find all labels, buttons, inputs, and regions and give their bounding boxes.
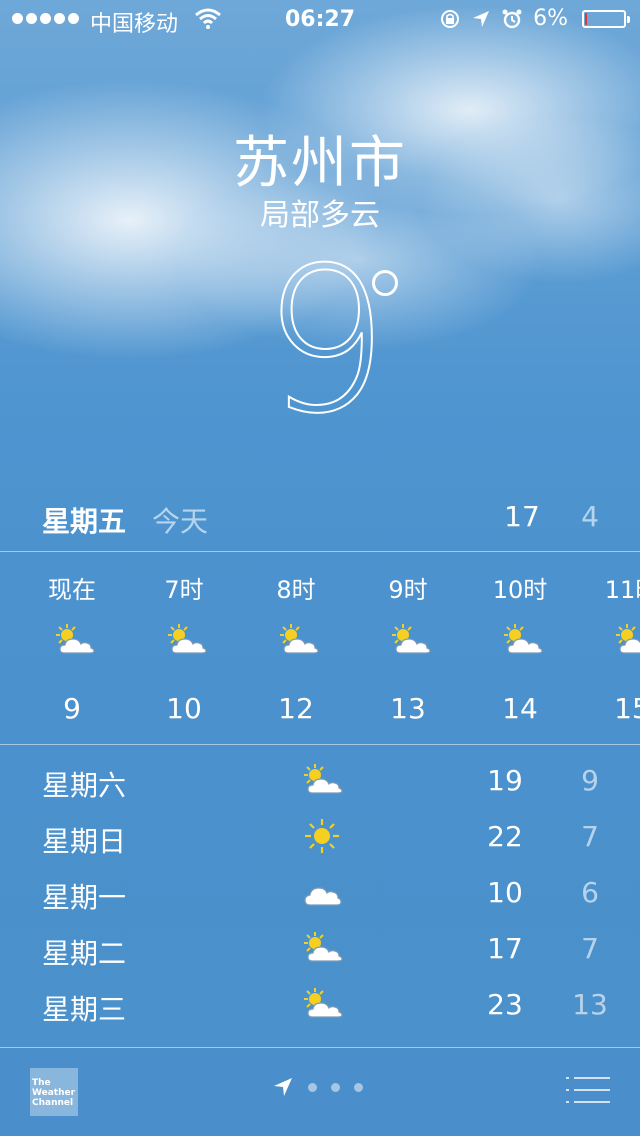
partly-cloudy-icon — [498, 620, 546, 660]
partly-cloudy-icon — [274, 620, 322, 660]
hourly-item: 9时 13 — [358, 552, 458, 744]
cloud-icon — [298, 872, 346, 912]
day-high: 17 — [487, 932, 523, 965]
partly-cloudy-icon — [386, 620, 434, 660]
list-icon[interactable] — [566, 1076, 610, 1104]
page-indicator[interactable] — [272, 1076, 363, 1098]
location-arrow-icon — [274, 1078, 292, 1096]
day-name: 星期六 — [42, 769, 127, 802]
hour-label: 8时 — [276, 576, 316, 604]
partly-cloudy-icon — [162, 620, 210, 660]
battery-percent: 6% — [533, 6, 568, 31]
hour-temperature: 10 — [166, 692, 202, 725]
day-name: 星期二 — [42, 937, 127, 970]
day-high: 19 — [487, 764, 523, 797]
hour-temperature: 9 — [63, 692, 81, 725]
hour-label: 7时 — [164, 576, 204, 604]
hour-temperature: 15 — [614, 692, 640, 725]
daily-row: 星期六 19 9 — [0, 752, 640, 808]
today-high: 17 — [504, 500, 540, 533]
day-low: 9 — [581, 764, 599, 797]
battery-level — [585, 12, 587, 25]
day-name: 星期三 — [42, 993, 127, 1026]
status-bar: 中国移动 06:27 6% — [0, 0, 640, 40]
hour-temperature: 13 — [390, 692, 426, 725]
today-day: 星期五 — [42, 505, 127, 538]
hourly-item: 8时 12 — [246, 552, 346, 744]
hour-temperature: 12 — [278, 692, 314, 725]
degree-symbol — [372, 270, 398, 296]
day-low: 7 — [581, 820, 599, 853]
day-high: 23 — [487, 988, 523, 1021]
today-low: 4 — [581, 500, 599, 533]
alarm-icon — [502, 9, 522, 28]
page-dot[interactable] — [331, 1082, 340, 1092]
partly-cloudy-icon — [298, 928, 346, 968]
daily-row: 星期一 10 6 — [0, 864, 640, 920]
divider — [0, 744, 640, 745]
svg-text:Weather: Weather — [32, 1088, 76, 1098]
day-low: 7 — [581, 932, 599, 965]
hourly-item: 现在 9 — [22, 552, 122, 744]
city-name: 苏州市 — [233, 131, 407, 196]
day-name: 星期一 — [42, 881, 127, 914]
partly-cloudy-icon — [298, 984, 346, 1024]
hour-label: 9时 — [388, 576, 428, 604]
hourly-item: 10时 14 — [470, 552, 570, 744]
location-services-icon — [473, 10, 490, 27]
bottom-toolbar: The Weather Channel — [0, 1048, 640, 1136]
day-low: 6 — [581, 876, 599, 909]
daily-row: 星期二 17 7 — [0, 920, 640, 976]
svg-text:The: The — [32, 1078, 51, 1088]
hour-label: 11时 — [604, 576, 640, 604]
partly-cloudy-icon — [50, 620, 98, 660]
sun-icon — [298, 816, 346, 856]
page-dot[interactable] — [354, 1082, 363, 1092]
hourly-item: 11时 15 — [582, 552, 640, 744]
day-high: 22 — [487, 820, 523, 853]
hourly-item: 7时 10 — [134, 552, 234, 744]
day-high: 10 — [487, 876, 523, 909]
daily-row: 星期日 22 7 — [0, 808, 640, 864]
hourly-forecast[interactable]: 现在 9 7时 10 8时 12 9时 13 10时 14 11时 15 — [0, 552, 640, 744]
day-low: 13 — [572, 988, 608, 1021]
partly-cloudy-icon — [298, 760, 346, 800]
daily-row: 星期三 23 13 — [0, 976, 640, 1032]
partly-cloudy-icon — [610, 620, 640, 660]
page-dot[interactable] — [308, 1082, 317, 1092]
today-row: 星期五 今天 17 4 — [0, 492, 640, 550]
rotation-lock-icon — [441, 9, 460, 28]
hour-temperature: 14 — [502, 692, 538, 725]
weather-channel-logo[interactable]: The Weather Channel — [30, 1068, 78, 1116]
svg-text:Channel: Channel — [32, 1098, 73, 1108]
current-temperature: 9 — [261, 225, 390, 458]
day-name: 星期日 — [42, 825, 127, 858]
today-label: 今天 — [152, 505, 209, 538]
battery-icon — [582, 9, 630, 28]
hour-label: 现在 — [48, 576, 96, 604]
hour-label: 10时 — [492, 576, 548, 604]
